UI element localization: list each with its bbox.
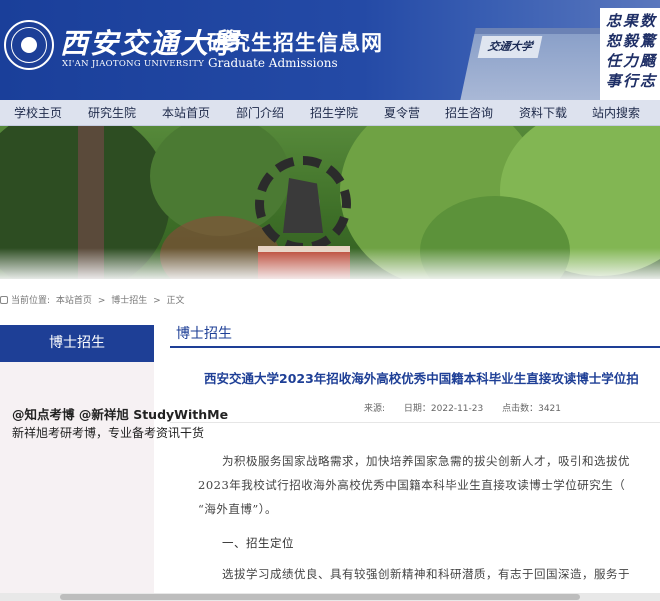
horizontal-scrollbar[interactable] [0,593,660,601]
meta-source: 来源: [364,404,386,414]
article-title: 西安交通大学2023年招收海外高校优秀中国籍本科毕业生直接攻读博士学位拍 [204,371,639,386]
meta-date: 日期：2022-11-23 [403,404,484,414]
nav-item-summer-camp[interactable]: 夏令营 [384,100,420,126]
nav-item-departments[interactable]: 部门介绍 [236,100,284,126]
breadcrumb-separator: > [153,296,161,306]
motto-line: 事行志 [606,72,658,90]
breadcrumb: 当前位置: 本站首页 > 博士招生 > 正文 [0,291,188,311]
section-heading-label: 博士招生 [176,326,232,342]
watermark-handles: @知点考博 @新祥旭 StudyWithMe [12,407,229,422]
motto-line: 任力颾 [606,52,658,70]
meta-views: 点击数：3421 [502,404,562,414]
scrollbar-thumb[interactable] [60,594,580,600]
section-subheading: 一、招生定位 [222,536,294,550]
university-seal-icon[interactable] [4,20,54,70]
university-name-en: XI'AN JIAOTONG UNIVERSITY [62,59,205,69]
banner-fade [0,248,660,279]
motto-calligraphy: 忠果数 恕毅驚 任力颾 事行志 [600,8,660,100]
nav-item-graduate-school[interactable]: 研究生院 [88,100,136,126]
site-subtitle: Graduate Admissions [208,56,338,70]
motto-line: 恕毅驚 [606,32,658,50]
section-heading: 博士招生 [170,322,660,348]
paragraph: 选拔学习成绩优良、具有较强创新精神和科研潜质，有志于回国深造，服务于 [222,567,630,581]
nav-item-admission-colleges[interactable]: 招生学院 [310,100,358,126]
paragraph: 为积极服务国家战略需求，加快培养国家急需的拔尖创新人才，吸引和选拔优 [222,454,630,468]
nav-item-school-home[interactable]: 学校主页 [14,100,62,126]
sidebar-heading[interactable]: 博士招生 [0,325,154,362]
article-meta: 来源: 日期：2022-11-23 点击数：3421 [364,401,577,414]
breadcrumb-item-current: 正文 [166,296,185,306]
breadcrumb-item-doctoral[interactable]: 博士招生 [111,296,147,306]
watermark-tagline: 新祥旭考研考博，专业备考资讯干货 [12,426,205,440]
statue-shape [283,178,323,233]
meta-divider [170,422,660,423]
gate-plaque: 交通大学 [477,36,543,58]
home-icon [0,296,8,304]
paragraph: 2023年我校试行招收海外高校优秀中国籍本科毕业生直接攻读博士学位研究生（ [198,478,626,492]
main-nav: 学校主页 研究生院 本站首页 部门介绍 招生学院 夏令营 招生咨询 资料下载 站… [0,100,660,126]
breadcrumb-separator: > [97,296,106,306]
nav-item-consulting[interactable]: 招生咨询 [445,100,493,126]
site-title[interactable]: 研究生招生信息网 [207,27,383,57]
nav-item-search[interactable]: 站内搜索 [592,100,640,126]
nav-item-site-home[interactable]: 本站首页 [162,100,210,126]
nav-item-downloads[interactable]: 资料下载 [519,100,567,126]
sidebar-panel [0,362,154,601]
site-header: 西安交通大學 XI'AN JIAOTONG UNIVERSITY 研究生招生信息… [0,0,660,100]
paragraph: “海外直博”）。 [198,502,278,516]
breadcrumb-prefix: 当前位置: [11,296,51,306]
breadcrumb-item-home[interactable]: 本站首页 [56,296,92,306]
motto-line: 忠果数 [606,12,658,30]
